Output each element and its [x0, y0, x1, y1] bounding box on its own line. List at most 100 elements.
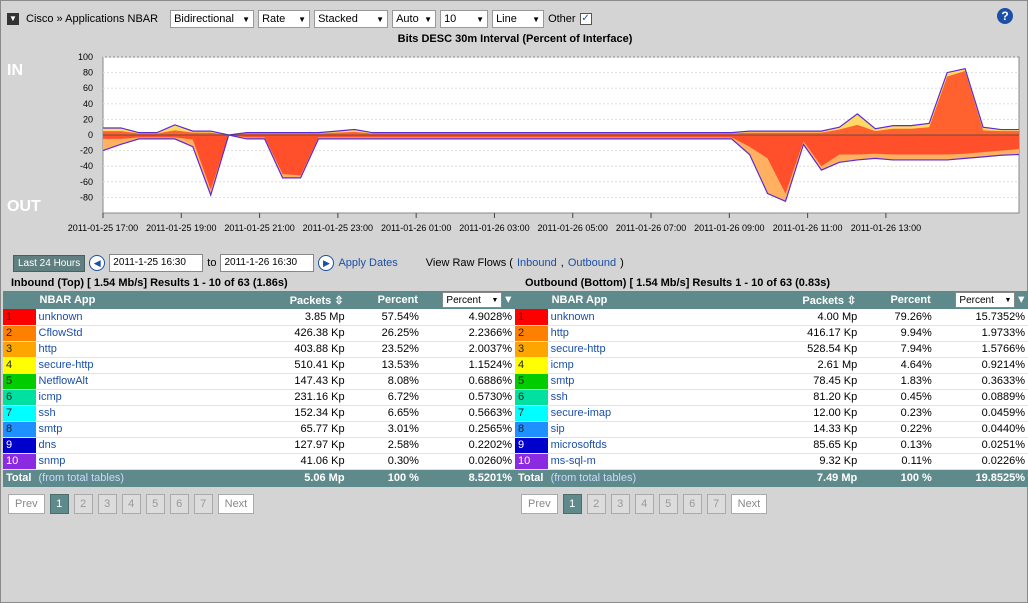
- packets-header[interactable]: Packets ⇳: [775, 291, 861, 309]
- page-button[interactable]: 5: [145, 494, 165, 514]
- inbound-pager: Prev 1 2 3 4 5 6 7 Next: [8, 494, 255, 514]
- percent-metric-header[interactable]: Percent ▼ ▾: [421, 291, 515, 309]
- y-tick-label: 60: [83, 83, 93, 93]
- app-name-link[interactable]: dns: [35, 437, 263, 454]
- app-name-link[interactable]: http: [35, 341, 263, 358]
- app-name-link[interactable]: ssh: [547, 389, 776, 406]
- page-button[interactable]: 7: [193, 494, 213, 514]
- prev-page-button[interactable]: Prev: [8, 494, 45, 514]
- app-name-link[interactable]: secure-imap: [547, 405, 776, 422]
- app-name-link[interactable]: http: [547, 325, 776, 342]
- page-button[interactable]: 7: [706, 494, 726, 514]
- percent-metric-cell: 1.9733%: [934, 325, 1028, 342]
- help-icon[interactable]: ?: [997, 8, 1013, 24]
- page-button[interactable]: 3: [610, 494, 630, 514]
- percent-header[interactable]: Percent: [347, 291, 422, 309]
- style-select[interactable]: Stacked ▼: [314, 10, 389, 28]
- total-tables-link[interactable]: (from total tables): [35, 469, 263, 487]
- collapse-toggle-icon[interactable]: ▼: [7, 13, 19, 25]
- page-button[interactable]: 5: [658, 494, 678, 514]
- app-header[interactable]: NBAR App: [35, 291, 263, 309]
- page-button[interactable]: 1: [49, 494, 69, 514]
- app-name-link[interactable]: smtp: [547, 373, 776, 390]
- total-row: Total (from total tables) 5.06 Mp 100 % 8.52…: [3, 469, 515, 487]
- percent-metric-cell: 0.0260%: [421, 453, 515, 470]
- other-checkbox[interactable]: ✓: [579, 13, 592, 25]
- page-button[interactable]: 2: [586, 494, 606, 514]
- percent-header[interactable]: Percent: [860, 291, 935, 309]
- page-button[interactable]: 2: [73, 494, 93, 514]
- scale-select[interactable]: Auto ▼: [392, 10, 437, 28]
- total-row: Total (from total tables) 7.49 Mp 100 % 19.8…: [515, 469, 1028, 487]
- app-name-link[interactable]: ssh: [35, 405, 263, 422]
- app-name-link[interactable]: sip: [547, 421, 776, 438]
- next-period-icon[interactable]: ▶: [318, 255, 335, 271]
- from-date-input[interactable]: 2011-1-25 16:30: [109, 254, 204, 272]
- app-name-link[interactable]: ms-sql-m: [547, 453, 776, 470]
- percent-cell: 0.13%: [860, 437, 935, 454]
- next-page-button[interactable]: Next: [730, 494, 768, 514]
- percent-metric-header[interactable]: Percent ▼ ▾: [934, 291, 1028, 309]
- last-24-hours-button[interactable]: Last 24 Hours: [13, 254, 86, 272]
- app-name-link[interactable]: unknown: [35, 309, 263, 326]
- nbar-widget: ▼ Cisco » Applications NBAR Bidirectiona…: [0, 0, 1028, 603]
- chevron-down-icon: ▼: [376, 14, 385, 24]
- chevron-down-icon: ▼: [476, 14, 485, 24]
- rank-cell: 6: [3, 389, 36, 406]
- prev-page-button[interactable]: Prev: [521, 494, 558, 514]
- total-tables-link[interactable]: (from total tables): [547, 469, 776, 487]
- percent-metric-cell: 0.0889%: [934, 389, 1028, 406]
- prev-period-icon[interactable]: ◀: [89, 255, 106, 271]
- y-tick-label: 100: [78, 52, 93, 62]
- packets-header[interactable]: Packets ⇳: [262, 291, 348, 309]
- page-button[interactable]: 3: [97, 494, 117, 514]
- page-button[interactable]: 1: [562, 494, 582, 514]
- direction-select[interactable]: Bidirectional ▼: [170, 10, 255, 28]
- page-button[interactable]: 4: [634, 494, 654, 514]
- metric-select[interactable]: Rate ▼: [258, 10, 311, 28]
- page-button[interactable]: 4: [121, 494, 141, 514]
- outbound-pager: Prev 1 2 3 4 5 6 7 Next: [521, 494, 768, 514]
- packets-cell: 4.00 Mp: [775, 309, 861, 326]
- to-date-input[interactable]: 2011-1-26 16:30: [220, 254, 315, 272]
- sort-icon[interactable]: ⇳: [847, 295, 856, 307]
- sort-icon[interactable]: ⇳: [334, 295, 343, 307]
- next-page-button[interactable]: Next: [217, 494, 255, 514]
- apply-dates-link[interactable]: Apply Dates: [338, 257, 397, 269]
- percent-metric-select[interactable]: Percent ▼: [955, 292, 1016, 308]
- page-button[interactable]: 6: [682, 494, 702, 514]
- raw-flows-inbound-link[interactable]: Inbound: [517, 257, 557, 269]
- chevron-down-icon: ▼: [424, 14, 433, 24]
- rank-cell: 10: [515, 453, 548, 470]
- percent-metric-cell: 2.2366%: [421, 325, 515, 342]
- app-name-link[interactable]: icmp: [35, 389, 263, 406]
- sort-icon[interactable]: ▾: [1018, 294, 1024, 306]
- app-name-link[interactable]: unknown: [547, 309, 776, 326]
- y-tick-label: 80: [83, 68, 93, 78]
- app-name-link[interactable]: microsoftds: [547, 437, 776, 454]
- app-name-link[interactable]: secure-http: [35, 357, 263, 374]
- packets-cell: 78.45 Kp: [775, 373, 861, 390]
- percent-metric-cell: 0.6886%: [421, 373, 515, 390]
- packets-cell: 510.41 Kp: [262, 357, 348, 374]
- app-name-link[interactable]: snmp: [35, 453, 263, 470]
- chart-kind-select[interactable]: Line ▼: [492, 10, 545, 28]
- app-name-link[interactable]: icmp: [547, 357, 776, 374]
- packets-cell: 81.20 Kp: [775, 389, 861, 406]
- page-button[interactable]: 6: [169, 494, 189, 514]
- app-name-link[interactable]: CflowStd: [35, 325, 263, 342]
- sort-icon[interactable]: ▾: [505, 294, 511, 306]
- percent-cell: 79.26%: [860, 309, 935, 326]
- rank-cell: 9: [515, 437, 548, 454]
- app-name-link[interactable]: smtp: [35, 421, 263, 438]
- x-tick-label: 2011-01-26 13:00: [851, 223, 921, 233]
- top-n-select[interactable]: 10 ▼: [440, 10, 489, 28]
- app-name-link[interactable]: NetflowAlt: [35, 373, 263, 390]
- outbound-header-row: NBAR App Packets ⇳ Percent Percent ▼ ▾: [515, 291, 1028, 309]
- percent-cell: 2.58%: [347, 437, 422, 454]
- percent-metric-select[interactable]: Percent ▼: [442, 292, 503, 308]
- raw-flows-outbound-link[interactable]: Outbound: [568, 257, 616, 269]
- y-tick-label: 0: [88, 130, 93, 140]
- app-header[interactable]: NBAR App: [547, 291, 776, 309]
- app-name-link[interactable]: secure-http: [547, 341, 776, 358]
